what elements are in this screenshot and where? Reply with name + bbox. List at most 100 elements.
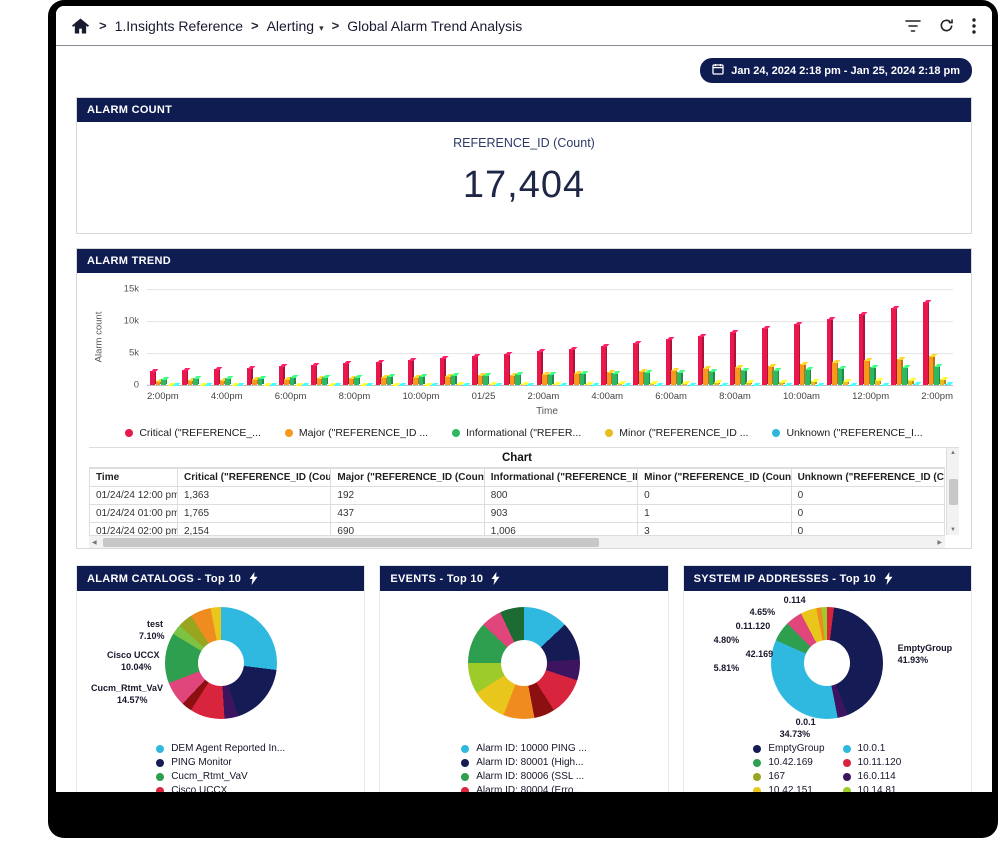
trend-bar-group	[891, 289, 918, 385]
legend-item[interactable]: 10.14.81	[843, 785, 902, 792]
legend-dot	[156, 787, 164, 793]
alarm-count-body: REFERENCE_ID (Count) 17,404	[77, 122, 971, 233]
legend-label: PING Monitor	[171, 757, 232, 768]
table-horizontal-scrollbar[interactable]: ◀ ▶	[89, 535, 945, 548]
alarm-count-header: ALARM COUNT	[77, 98, 971, 122]
legend-item[interactable]: Alarm ID: 80004 (Erro...	[461, 785, 587, 792]
x-tick-label: 6:00pm	[275, 391, 307, 402]
legend-dot	[843, 745, 851, 753]
donut-label: 10.04%	[121, 662, 152, 672]
events-donut-chart[interactable]	[468, 607, 580, 719]
legend-dot	[753, 745, 761, 753]
legend-item-informational[interactable]: Informational ("REFER...	[452, 427, 581, 439]
bar-informational	[870, 367, 875, 385]
system-ip-donut-chart[interactable]	[771, 607, 883, 719]
donut-label: 0.0.1	[796, 717, 816, 727]
bar-critical	[666, 339, 671, 385]
system-ip-panel: SYSTEM IP ADDRESSES - Top 10 0.1144.65%0…	[683, 565, 972, 792]
bar-informational	[290, 377, 295, 385]
x-tick-label: 4:00pm	[211, 391, 243, 402]
trend-bar-group	[214, 289, 241, 385]
bar-major	[703, 368, 708, 385]
bar-critical	[923, 302, 928, 385]
scroll-up-arrow[interactable]: ▲	[950, 450, 956, 456]
breadcrumb-item-insights-reference[interactable]: 1.Insights Reference	[115, 18, 243, 34]
legend-item-major[interactable]: Major ("REFERENCE_ID ...	[285, 427, 428, 439]
trend-bar-group	[279, 289, 306, 385]
alarm-trend-panel: ALARM TREND Alarm count 15k10k5k0 2:00pm…	[76, 248, 972, 549]
legend-item[interactable]: PING Monitor	[156, 757, 285, 768]
legend-item[interactable]: 10.0.1	[843, 743, 902, 754]
legend-item[interactable]: Alarm ID: 80001 (High...	[461, 757, 587, 768]
breadcrumb-item-alerting-dropdown[interactable]: Alerting▾	[267, 18, 324, 34]
legend-item[interactable]: Cucm_Rtmt_VaV	[156, 771, 285, 782]
bar-critical	[504, 354, 509, 385]
horizontal-scroll-thumb[interactable]	[103, 538, 599, 547]
bar-critical	[601, 346, 606, 385]
legend-dot	[452, 429, 460, 437]
legend-item[interactable]: Cisco UCCX	[156, 785, 285, 792]
donut-label: 41.93%	[898, 655, 929, 665]
bar-critical	[891, 308, 896, 385]
bar-major	[188, 380, 193, 385]
date-range-picker[interactable]: Jan 24, 2024 2:18 pm - Jan 25, 2024 2:18…	[700, 58, 972, 83]
legend-label: 10.42.169	[768, 757, 813, 768]
system-ip-legend: EmptyGroup 10.0.1 10.42.169 10.11.120 167 16.…	[753, 743, 901, 792]
table-vertical-scrollbar[interactable]: ▲ ▼	[946, 448, 959, 535]
bar-minor	[875, 380, 880, 385]
bar-informational	[773, 370, 778, 385]
legend-item-critical[interactable]: Critical ("REFERENCE_...	[125, 427, 261, 439]
app-window: > 1.Insights Reference > Alerting▾ > Glo…	[56, 6, 992, 792]
legend-item[interactable]: Alarm ID: 80006 (SSL ...	[461, 771, 587, 782]
chart-table-wrap: Chart TimeCritical ("REFERENCE_ID (Count…	[89, 447, 959, 548]
donut-label: EmptyGroup	[898, 643, 953, 653]
trend-bar-group	[601, 289, 628, 385]
refresh-icon[interactable]	[939, 18, 954, 33]
legend-label: 10.14.81	[858, 785, 897, 792]
alarm-catalogs-donut-chart[interactable]	[165, 607, 277, 719]
legend-item[interactable]: 167	[753, 771, 824, 782]
filter-icon[interactable]	[905, 19, 921, 33]
legend-item-unknown[interactable]: Unknown ("REFERENCE_I...	[772, 427, 922, 439]
table-cell: 2,154	[178, 523, 331, 536]
trend-bar-group	[537, 289, 564, 385]
trend-legend: Critical ("REFERENCE_... Major ("REFERENC…	[89, 427, 959, 439]
y-tick-label: 10k	[124, 315, 139, 326]
bar-critical	[376, 362, 381, 385]
x-tick-label: 2:00am	[528, 391, 560, 402]
scroll-left-arrow[interactable]: ◀	[92, 539, 97, 546]
alarm-catalogs-legend: DEM Agent Reported In... PING Monitor Cucm…	[156, 743, 285, 792]
legend-item[interactable]: DEM Agent Reported In...	[156, 743, 285, 754]
bar-critical	[440, 358, 445, 385]
bar-critical	[794, 324, 799, 385]
bar-informational	[193, 378, 198, 385]
kebab-menu-icon[interactable]	[972, 18, 976, 34]
home-icon[interactable]	[72, 18, 89, 34]
events-panel: EVENTS - Top 10 Alarm ID: 10000 PING ...…	[379, 565, 668, 792]
bar-minor	[521, 384, 526, 385]
scroll-down-arrow[interactable]: ▼	[950, 527, 956, 533]
scroll-right-arrow[interactable]: ▶	[937, 539, 942, 546]
legend-item[interactable]: 10.42.151	[753, 785, 824, 792]
legend-item[interactable]: 16.0.114	[843, 771, 902, 782]
bar-minor	[746, 382, 751, 385]
system-ip-title: SYSTEM IP ADDRESSES - Top 10	[694, 573, 876, 585]
donut-label: 14.57%	[117, 695, 148, 705]
table-column-header: Informational ("REFERENCE_ID (Count)")	[484, 469, 637, 487]
legend-dot	[125, 429, 133, 437]
trend-bar-group	[247, 289, 274, 385]
trend-bar-group	[472, 289, 499, 385]
legend-item[interactable]: EmptyGroup	[753, 743, 824, 754]
trend-bar-group	[698, 289, 725, 385]
legend-label: Alarm ID: 80004 (Erro...	[476, 785, 582, 792]
legend-item[interactable]: 10.11.120	[843, 757, 902, 768]
bar-unknown	[945, 384, 950, 385]
breadcrumb-separator: >	[99, 18, 107, 33]
vertical-scroll-thumb[interactable]	[949, 479, 958, 505]
legend-item[interactable]: 10.42.169	[753, 757, 824, 768]
legend-item[interactable]: Alarm ID: 10000 PING ...	[461, 743, 587, 754]
bar-critical	[730, 332, 735, 385]
legend-dot	[285, 429, 293, 437]
legend-item-minor[interactable]: Minor ("REFERENCE_ID ...	[605, 427, 748, 439]
topbar-actions	[905, 18, 976, 34]
